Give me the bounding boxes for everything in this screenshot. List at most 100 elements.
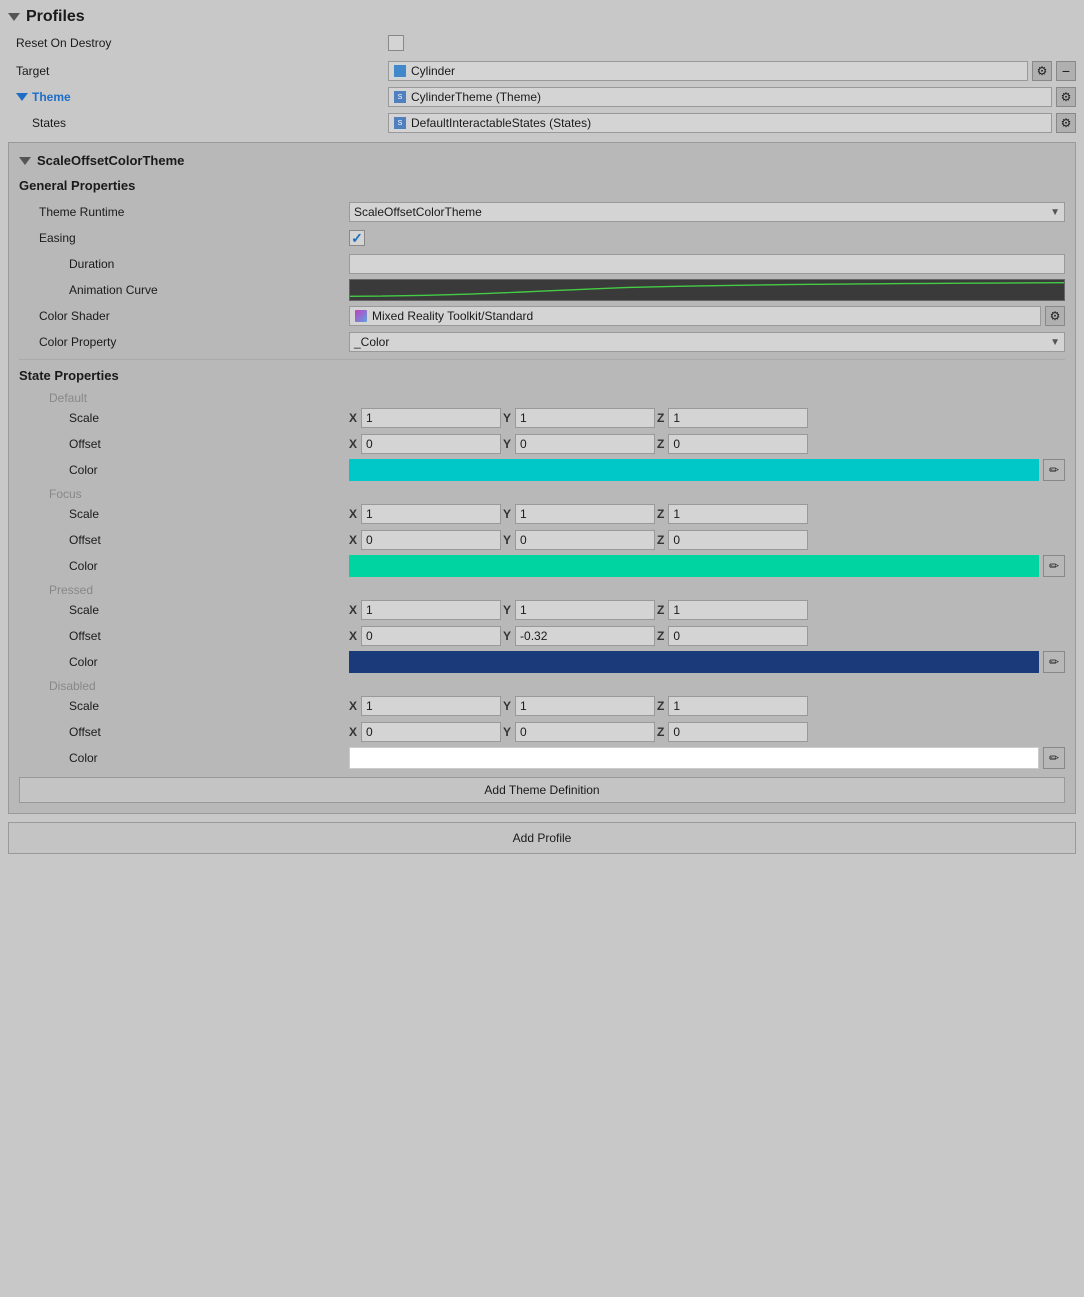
pressed-scale-y-input[interactable]	[515, 600, 655, 620]
disabled-scale-y-input[interactable]	[515, 696, 655, 716]
theme-field[interactable]: S CylinderTheme (Theme)	[388, 87, 1052, 107]
focus-offset-x-input[interactable]	[361, 530, 501, 550]
gear-icon: ⚙	[1061, 116, 1072, 130]
target-value: Cylinder	[411, 64, 455, 78]
duration-input[interactable]: 0.1	[349, 254, 1065, 274]
color-shader-field[interactable]: Mixed Reality Toolkit/Standard	[349, 306, 1041, 326]
add-profile-button[interactable]: Add Profile	[8, 822, 1076, 854]
reset-on-destroy-checkbox[interactable]	[388, 35, 404, 51]
pressed-scale-z-input[interactable]	[668, 600, 808, 620]
focus-scale-group: X Y Z	[349, 504, 1065, 524]
target-minus-button[interactable]: −	[1056, 61, 1076, 81]
focus-scale-y-label: Y	[503, 507, 511, 521]
disabled-offset-y-input[interactable]	[515, 722, 655, 742]
animation-curve-display[interactable]	[349, 279, 1065, 301]
focus-scale-label: Scale	[19, 507, 349, 521]
focus-scale-z-input[interactable]	[668, 504, 808, 524]
eyedropper-icon: ✏	[1049, 751, 1059, 765]
profiles-collapse-icon[interactable]	[8, 13, 20, 21]
pressed-offset-x-input[interactable]	[361, 626, 501, 646]
disabled-color-swatch[interactable]	[349, 747, 1039, 769]
disabled-offset-y-label: Y	[503, 725, 511, 739]
disabled-eyedropper-button[interactable]: ✏	[1043, 747, 1065, 769]
disabled-scale-x-input[interactable]	[361, 696, 501, 716]
color-shader-icon	[354, 309, 368, 323]
gear-icon: ⚙	[1061, 90, 1072, 104]
disabled-offset-label: Offset	[19, 725, 349, 739]
pressed-scale-x-input[interactable]	[361, 600, 501, 620]
pressed-scale-label: Scale	[19, 603, 349, 617]
duration-label: Duration	[19, 257, 349, 271]
pressed-offset-group: X Y Z	[349, 626, 1065, 646]
minus-icon: −	[1062, 63, 1070, 79]
easing-checkbox[interactable]: ✓	[349, 230, 365, 246]
theme-collapse-icon[interactable]	[16, 93, 28, 101]
states-object-icon: S	[393, 116, 407, 130]
disabled-offset-z-input[interactable]	[668, 722, 808, 742]
gear-icon: ⚙	[1037, 64, 1048, 78]
theme-object-icon: S	[393, 90, 407, 104]
states-field[interactable]: S DefaultInteractableStates (States)	[388, 113, 1052, 133]
target-gear-button[interactable]: ⚙	[1032, 61, 1052, 81]
default-scale-group: X Y Z	[349, 408, 1065, 428]
default-color-label: Color	[19, 463, 349, 477]
default-color-swatch[interactable]	[349, 459, 1039, 481]
pressed-color-swatch[interactable]	[349, 651, 1039, 673]
add-theme-definition-button[interactable]: Add Theme Definition	[19, 777, 1065, 803]
dropdown-arrow-icon: ▼	[1050, 207, 1060, 218]
pressed-offset-z-label: Z	[657, 629, 664, 643]
profiles-title: Profiles	[26, 8, 85, 26]
focus-offset-y-input[interactable]	[515, 530, 655, 550]
focus-offset-label: Offset	[19, 533, 349, 547]
default-scale-y-label: Y	[503, 411, 511, 425]
disabled-offset-z-label: Z	[657, 725, 664, 739]
target-object-icon	[393, 64, 407, 78]
color-property-dropdown-arrow-icon: ▼	[1050, 337, 1060, 348]
default-state-label: Default	[19, 391, 1065, 405]
default-offset-x-label: X	[349, 437, 357, 451]
theme-runtime-dropdown[interactable]: ScaleOffsetColorTheme ▼	[349, 202, 1065, 222]
focus-scale-z-label: Z	[657, 507, 664, 521]
focus-offset-z-label: Z	[657, 533, 664, 547]
theme-gear-button[interactable]: ⚙	[1056, 87, 1076, 107]
theme-section-collapse-icon[interactable]	[19, 157, 31, 165]
default-offset-z-input[interactable]	[668, 434, 808, 454]
color-shader-label: Color Shader	[19, 309, 349, 323]
focus-offset-z-input[interactable]	[668, 530, 808, 550]
states-gear-button[interactable]: ⚙	[1056, 113, 1076, 133]
disabled-scale-z-input[interactable]	[668, 696, 808, 716]
disabled-offset-x-label: X	[349, 725, 357, 739]
pressed-scale-y-label: Y	[503, 603, 511, 617]
focus-eyedropper-button[interactable]: ✏	[1043, 555, 1065, 577]
focus-state-label: Focus	[19, 487, 1065, 501]
scale-offset-color-theme-header: ScaleOffsetColorTheme	[19, 153, 1065, 168]
target-field[interactable]: Cylinder	[388, 61, 1028, 81]
states-value: DefaultInteractableStates (States)	[411, 116, 591, 130]
eyedropper-icon: ✏	[1049, 559, 1059, 573]
pressed-eyedropper-button[interactable]: ✏	[1043, 651, 1065, 673]
default-scale-x-label: X	[349, 411, 357, 425]
pressed-color-label: Color	[19, 655, 349, 669]
disabled-scale-y-label: Y	[503, 699, 511, 713]
color-property-dropdown[interactable]: _Color ▼	[349, 332, 1065, 352]
default-offset-y-input[interactable]	[515, 434, 655, 454]
disabled-scale-x-label: X	[349, 699, 357, 713]
theme-runtime-value: ScaleOffsetColorTheme	[354, 205, 482, 219]
focus-color-swatch[interactable]	[349, 555, 1039, 577]
target-label: Target	[8, 64, 388, 78]
focus-color-label: Color	[19, 559, 349, 573]
general-properties-title: General Properties	[19, 178, 1065, 193]
default-scale-y-input[interactable]	[515, 408, 655, 428]
default-scale-x-input[interactable]	[361, 408, 501, 428]
default-offset-x-input[interactable]	[361, 434, 501, 454]
default-scale-z-input[interactable]	[668, 408, 808, 428]
pressed-offset-y-input[interactable]	[515, 626, 655, 646]
focus-scale-x-input[interactable]	[361, 504, 501, 524]
reset-on-destroy-label: Reset On Destroy	[8, 36, 388, 50]
focus-scale-y-input[interactable]	[515, 504, 655, 524]
color-shader-gear-button[interactable]: ⚙	[1045, 306, 1065, 326]
color-shader-value: Mixed Reality Toolkit/Standard	[372, 309, 533, 323]
pressed-offset-z-input[interactable]	[668, 626, 808, 646]
disabled-offset-x-input[interactable]	[361, 722, 501, 742]
default-eyedropper-button[interactable]: ✏	[1043, 459, 1065, 481]
